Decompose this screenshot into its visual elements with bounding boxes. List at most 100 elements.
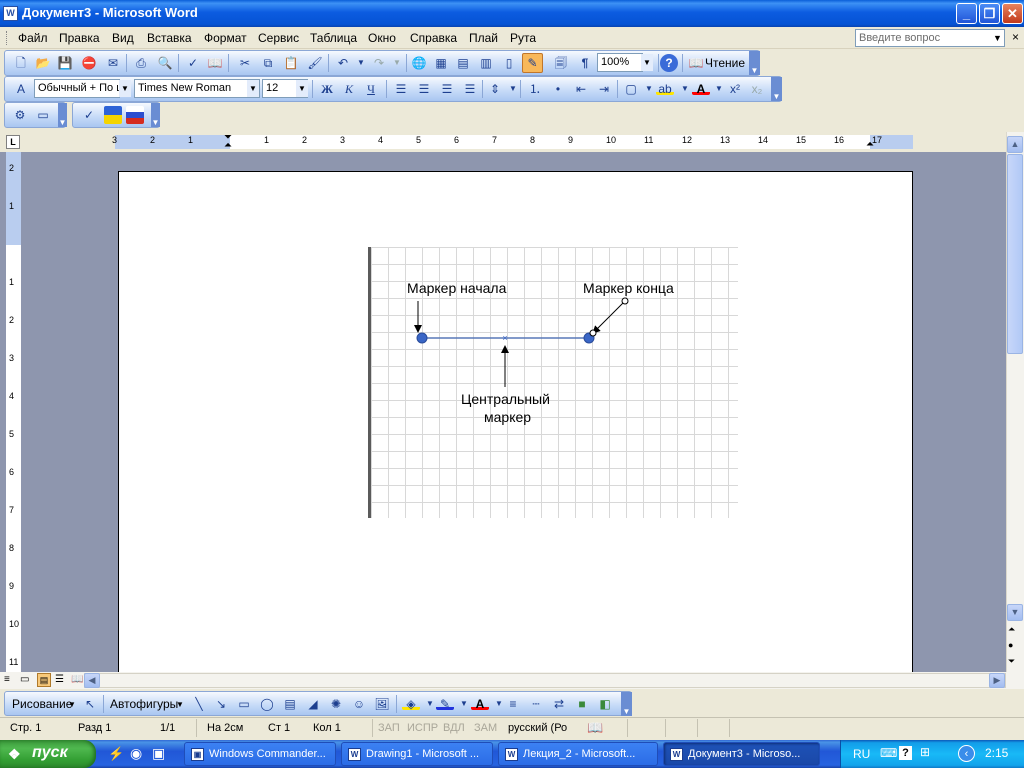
format-painter-icon[interactable]: 🖌 bbox=[306, 54, 324, 72]
highlight-icon[interactable]: ab bbox=[656, 80, 674, 96]
scroll-down-button[interactable]: ▼ bbox=[1007, 604, 1023, 621]
decrease-indent-icon[interactable]: ⇤ bbox=[572, 80, 590, 98]
quick-launch-desktop-icon[interactable]: ▣ bbox=[152, 745, 165, 762]
text-box-icon[interactable]: ▤ bbox=[281, 695, 299, 713]
help-tray-icon[interactable]: ? bbox=[899, 746, 912, 760]
font-size-dropdown-icon[interactable]: ▼ bbox=[296, 80, 308, 97]
horizontal-ruler[interactable]: 3 2 1 1 2 3 4 5 6 7 8 9 10 11 12 13 14 15 16 17 ⏷ ⏶ ⏶ bbox=[112, 132, 913, 151]
quick-launch-browser-icon[interactable]: ◉ bbox=[130, 745, 142, 762]
arrow-style-icon[interactable]: ⇄ bbox=[550, 695, 568, 713]
print-preview-icon[interactable]: 🔍 bbox=[156, 54, 174, 72]
borders-icon[interactable]: ▢ bbox=[622, 80, 640, 98]
read-mode-label[interactable]: Чтение bbox=[705, 56, 745, 70]
style-select[interactable]: Обычный + По ц bbox=[34, 79, 120, 98]
cut-icon[interactable]: ✂ bbox=[236, 54, 254, 72]
zoom-select[interactable]: 100% bbox=[597, 53, 643, 72]
clip-art-icon[interactable]: ☺ bbox=[350, 695, 368, 713]
spellcheck-icon[interactable]: ✓ bbox=[80, 106, 98, 124]
status-extend[interactable]: ВДЛ bbox=[443, 722, 465, 734]
save-icon[interactable]: 💾 bbox=[56, 54, 74, 72]
reading-view-icon[interactable]: 📖 bbox=[71, 674, 83, 685]
menu-table[interactable]: Таблица bbox=[310, 31, 357, 45]
web-layout-icon[interactable]: ▭ bbox=[20, 674, 29, 685]
spelling-status-icon[interactable]: 📖 bbox=[587, 720, 603, 736]
quick-launch-total-commander-icon[interactable]: ⚡ bbox=[108, 746, 124, 762]
open-icon[interactable]: 📂 bbox=[34, 54, 52, 72]
tables-borders-icon[interactable]: ▦ bbox=[432, 54, 450, 72]
document-close-button[interactable]: × bbox=[1012, 30, 1019, 44]
wordart-icon[interactable]: ◢ bbox=[304, 695, 322, 713]
show-hidden-icons-icon[interactable]: ‹ bbox=[958, 745, 975, 762]
insert-table-icon[interactable]: ▤ bbox=[454, 54, 472, 72]
network-icon[interactable]: ⊞ bbox=[920, 745, 930, 759]
oval-tool-icon[interactable]: ◯ bbox=[258, 695, 276, 713]
help-icon[interactable]: ? bbox=[660, 54, 678, 72]
redo-icon[interactable]: ↷ bbox=[370, 54, 388, 72]
insert-picture-icon[interactable]: 🖼 bbox=[373, 695, 391, 713]
copy-icon[interactable]: ⧉ bbox=[259, 54, 277, 72]
previous-page-icon[interactable]: ⏶ bbox=[1008, 624, 1015, 635]
menu-help[interactable]: Справка bbox=[410, 31, 457, 45]
hyperlink-icon[interactable]: 🌐 bbox=[410, 54, 428, 72]
subscript-icon[interactable]: x₂ bbox=[748, 80, 766, 98]
status-language[interactable]: русский (Ро bbox=[508, 722, 567, 734]
taskbar-task-1[interactable]: W Drawing1 - Microsoft ... bbox=[341, 742, 493, 766]
scroll-right-button[interactable]: ▶ bbox=[989, 673, 1005, 688]
toolbar-options-icon[interactable]: ▼ bbox=[621, 692, 632, 716]
justify-icon[interactable]: ☰ bbox=[461, 80, 479, 98]
font-dropdown-icon[interactable]: ▼ bbox=[247, 80, 259, 97]
increase-indent-icon[interactable]: ⇥ bbox=[595, 80, 613, 98]
toolbar-options-icon[interactable]: ▼ bbox=[151, 103, 160, 127]
web-page-icon[interactable]: ▭ bbox=[34, 106, 52, 124]
insert-excel-icon[interactable]: ▥ bbox=[477, 54, 495, 72]
drawing-menu-button[interactable]: Рисование bbox=[12, 697, 72, 711]
undo-dropdown-icon[interactable]: ▼ bbox=[352, 54, 370, 72]
spelling-icon[interactable]: ✓ bbox=[184, 54, 202, 72]
align-left-icon[interactable]: ☰ bbox=[392, 80, 410, 98]
help-dropdown-icon[interactable]: ▼ bbox=[991, 30, 1004, 46]
taskbar-task-2[interactable]: W Лекция_2 - Microsoft... bbox=[498, 742, 658, 766]
research-icon[interactable]: 📖 bbox=[206, 54, 224, 72]
font-color-icon[interactable]: A bbox=[692, 80, 710, 96]
left-indent-marker[interactable]: ⏶ bbox=[224, 140, 232, 151]
status-record[interactable]: ЗАП bbox=[378, 722, 400, 734]
help-search-input[interactable]: Введите вопрос bbox=[855, 29, 1005, 47]
keyboard-layout-icon[interactable]: ⌨ bbox=[880, 746, 897, 760]
redo-dropdown-icon[interactable]: ▼ bbox=[388, 54, 406, 72]
drawing-dropdown-icon[interactable]: ▼ bbox=[68, 700, 76, 709]
bold-button[interactable]: Ж bbox=[318, 80, 336, 98]
permission-icon[interactable]: ⛔ bbox=[80, 54, 98, 72]
toolbar-options-icon[interactable]: ▼ bbox=[749, 51, 760, 75]
diagram-icon[interactable]: ✺ bbox=[327, 695, 345, 713]
start-button[interactable]: ❖ пуск bbox=[0, 740, 96, 768]
scroll-left-button[interactable]: ◀ bbox=[84, 673, 100, 688]
word-doc-icon[interactable]: W bbox=[3, 6, 18, 21]
arrow-tool-icon[interactable]: ↘ bbox=[212, 695, 230, 713]
taskbar-task-0[interactable]: ▣ Windows Commander... bbox=[184, 742, 336, 766]
menu-plai[interactable]: Плай bbox=[469, 31, 498, 45]
undo-icon[interactable]: ↶ bbox=[334, 54, 352, 72]
align-right-icon[interactable]: ☰ bbox=[438, 80, 456, 98]
columns-icon[interactable]: ▯ bbox=[500, 54, 518, 72]
print-icon[interactable]: ⎙ bbox=[132, 54, 150, 72]
underline-button[interactable]: Ч bbox=[362, 80, 380, 98]
menu-grip[interactable] bbox=[6, 31, 9, 45]
select-objects-icon[interactable]: ↖ bbox=[81, 695, 99, 713]
align-center-icon[interactable]: ☰ bbox=[415, 80, 433, 98]
browse-object-icon[interactable]: ● bbox=[1008, 640, 1013, 650]
menu-format[interactable]: Формат bbox=[204, 31, 247, 45]
next-page-icon[interactable]: ⏷ bbox=[1008, 656, 1015, 667]
menu-tools[interactable]: Сервис bbox=[258, 31, 299, 45]
line-style-icon[interactable]: ≡ bbox=[504, 695, 522, 713]
restore-button[interactable]: ❐ bbox=[979, 3, 1000, 24]
horizontal-scrollbar[interactable] bbox=[84, 673, 1006, 688]
web-tools-icon[interactable]: ⚙ bbox=[11, 106, 29, 124]
drawing-toggle-icon[interactable]: ✎ bbox=[522, 53, 543, 73]
close-button[interactable]: ✕ bbox=[1002, 3, 1023, 24]
paste-icon[interactable]: 📋 bbox=[282, 54, 300, 72]
status-track-changes[interactable]: ИСПР bbox=[407, 722, 438, 734]
menu-edit[interactable]: Правка bbox=[59, 31, 100, 45]
shadow-style-icon[interactable]: ■ bbox=[573, 695, 591, 713]
language-indicator[interactable]: RU bbox=[853, 747, 870, 761]
read-mode-icon[interactable]: 📖 bbox=[687, 54, 705, 72]
